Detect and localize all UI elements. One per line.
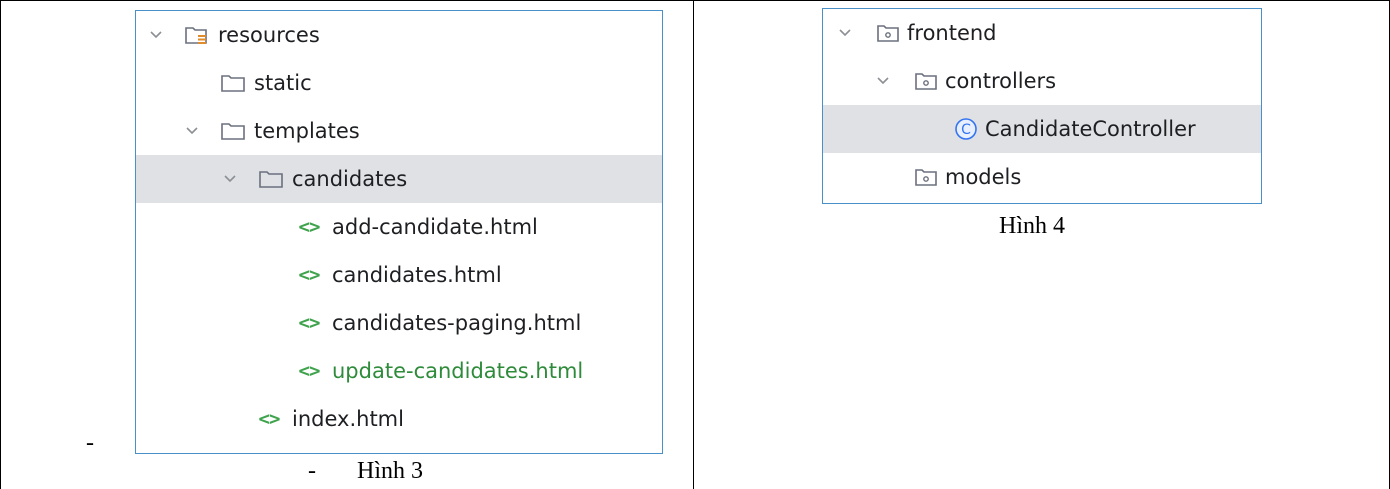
tree-item-label: resources (218, 23, 320, 47)
tree-row-candidates-paging-html[interactable]: <> candidates-paging.html (136, 299, 662, 347)
tree-item-label: models (945, 165, 1022, 189)
caption-dash: - (308, 458, 316, 484)
tree-row-templates[interactable]: templates (136, 107, 662, 155)
figure-3-caption: Hình 3 (357, 458, 423, 484)
tree-row-resources[interactable]: resources (136, 11, 662, 59)
tree-row-candidate-controller[interactable]: C CandidateController (823, 105, 1261, 153)
tree-row-controllers[interactable]: controllers (823, 57, 1261, 105)
chevron-down-icon[interactable] (182, 121, 202, 141)
tree-item-label: index.html (292, 407, 404, 431)
package-icon (913, 69, 939, 93)
html-file-icon: <> (298, 312, 321, 334)
tree-item-label: controllers (945, 69, 1057, 93)
package-icon (875, 21, 901, 45)
tree-row-add-candidate-html[interactable]: <> add-candidate.html (136, 203, 662, 251)
html-file-icon: <> (298, 264, 321, 286)
class-icon-letter: C (961, 122, 971, 138)
html-file-icon: <> (258, 408, 281, 430)
folder-icon (258, 167, 284, 191)
folder-icon (220, 71, 246, 95)
tree-item-label: add-candidate.html (332, 215, 538, 239)
tree-item-label: templates (254, 119, 360, 143)
tree-row-index-html[interactable]: <> index.html (136, 395, 662, 443)
tree-row-frontend[interactable]: frontend (823, 9, 1261, 57)
chevron-down-icon[interactable] (220, 169, 240, 189)
folder-icon (220, 119, 246, 143)
tree-row-candidates-html[interactable]: <> candidates.html (136, 251, 662, 299)
tree-row-static[interactable]: static (136, 59, 662, 107)
project-tree-panel-frontend: frontend controllers C CandidateControll… (822, 8, 1262, 204)
tree-row-update-candidates-html[interactable]: <> update-candidates.html (136, 347, 662, 395)
package-icon (913, 165, 939, 189)
stray-dash: - (86, 430, 94, 456)
tree-item-label: static (254, 71, 312, 95)
html-file-icon: <> (298, 360, 321, 382)
tree-row-candidates[interactable]: candidates (136, 155, 662, 203)
chevron-down-icon[interactable] (835, 23, 855, 43)
resources-folder-icon (184, 23, 210, 47)
tree-item-label: candidates (292, 167, 408, 191)
tree-item-label: CandidateController (985, 117, 1196, 141)
tree-row-models[interactable]: models (823, 153, 1261, 201)
tree-item-label: frontend (907, 21, 997, 45)
class-icon: C (953, 117, 979, 141)
chevron-down-icon[interactable] (146, 25, 166, 45)
tree-item-label: candidates-paging.html (332, 311, 582, 335)
tree-item-label: candidates.html (332, 263, 502, 287)
chevron-down-icon[interactable] (873, 71, 893, 91)
project-tree-panel-resources: resources static templates candidates <>… (135, 10, 663, 454)
html-file-icon: <> (298, 216, 321, 238)
tree-item-label: update-candidates.html (332, 359, 584, 383)
figure-4-caption: Hình 4 (999, 213, 1065, 239)
